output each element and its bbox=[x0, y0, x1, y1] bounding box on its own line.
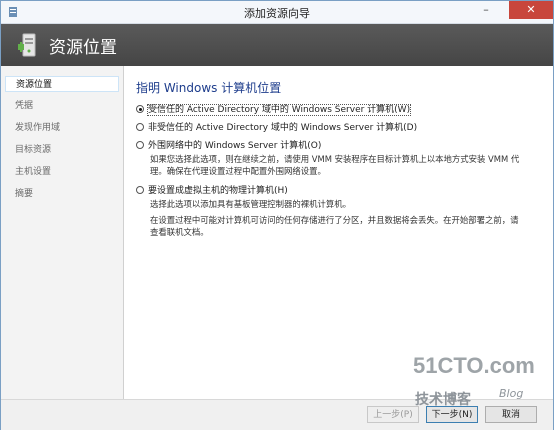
description-line: 选择此选项以添加具有基板管理控制器的裸机计算机。 bbox=[150, 199, 351, 209]
description-line: 查看联机文档。 bbox=[150, 227, 209, 237]
window-title: 添加资源向导 bbox=[244, 7, 310, 20]
option-label: 受信任的 Active Directory 域中的 Windows Server… bbox=[146, 104, 412, 116]
option-label: 外围网络中的 Windows Server 计算机(O) bbox=[148, 141, 322, 151]
minimize-button[interactable]: – bbox=[473, 1, 499, 19]
physical-warning: 在设置过程中可能对计算机可访问的任何存储进行了分区，并且数据将会丢失。在开始部署… bbox=[150, 214, 546, 238]
step-resource-location[interactable]: 资源位置 bbox=[5, 76, 119, 92]
step-discovery-scope[interactable]: 发现作用域 bbox=[5, 120, 119, 136]
wizard-window: 添加资源向导 – ✕ 资源位置 资源位置 凭据 发现作用域 目标资源 主机设置 … bbox=[0, 0, 554, 430]
step-target-resources[interactable]: 目标资源 bbox=[5, 142, 119, 158]
step-host-settings[interactable]: 主机设置 bbox=[5, 164, 119, 180]
option-perimeter-network[interactable]: 外围网络中的 Windows Server 计算机(O) bbox=[136, 138, 321, 151]
radio-button[interactable] bbox=[136, 123, 144, 131]
title-bar: 添加资源向导 – ✕ bbox=[1, 1, 553, 24]
step-credentials[interactable]: 凭据 bbox=[5, 98, 119, 114]
option-trusted-domain[interactable]: 受信任的 Active Directory 域中的 Windows Server… bbox=[136, 102, 412, 116]
description-line: 在设置过程中可能对计算机可访问的任何存储进行了分区，并且数据将会丢失。在开始部署… bbox=[150, 215, 519, 225]
wizard-steps-sidebar: 资源位置 凭据 发现作用域 目标资源 主机设置 摘要 bbox=[1, 66, 124, 399]
wizard-content: 指明 Windows 计算机位置 受信任的 Active Directory 域… bbox=[124, 66, 553, 399]
next-button[interactable]: 下一步(N) bbox=[426, 406, 478, 423]
option-untrusted-domain[interactable]: 非受信任的 Active Directory 域中的 Windows Serve… bbox=[136, 120, 417, 133]
step-summary[interactable]: 摘要 bbox=[5, 186, 119, 202]
option-label: 要设置成虚拟主机的物理计算机(H) bbox=[148, 186, 288, 196]
perimeter-description: 如果您选择此选项，则在继续之前，请使用 VMM 安装程序在目标计算机上以本地方式… bbox=[150, 153, 546, 177]
physical-description: 选择此选项以添加具有基板管理控制器的裸机计算机。 bbox=[150, 198, 546, 210]
wizard-footer: 上一步(P) 下一步(N) 取消 bbox=[1, 399, 553, 430]
page-title: 资源位置 bbox=[49, 38, 117, 58]
description-line: 如果您选择此选项，则在继续之前，请使用 VMM 安装程序在目标计算机上以本地方式… bbox=[150, 154, 520, 164]
option-physical-computer[interactable]: 要设置成虚拟主机的物理计算机(H) bbox=[136, 183, 288, 196]
radio-button[interactable] bbox=[136, 105, 144, 113]
previous-button[interactable]: 上一步(P) bbox=[367, 406, 419, 423]
cancel-button[interactable]: 取消 bbox=[485, 406, 537, 423]
wizard-header: 资源位置 bbox=[1, 24, 553, 66]
close-button[interactable]: ✕ bbox=[509, 1, 553, 19]
description-line: 理。确保在代理设置过程中配置外围网络设置。 bbox=[150, 166, 326, 176]
radio-button[interactable] bbox=[136, 141, 144, 149]
server-wizard-icon bbox=[18, 33, 36, 57]
radio-button[interactable] bbox=[136, 186, 144, 194]
option-label: 非受信任的 Active Directory 域中的 Windows Serve… bbox=[148, 123, 418, 133]
section-heading: 指明 Windows 计算机位置 bbox=[136, 81, 282, 95]
